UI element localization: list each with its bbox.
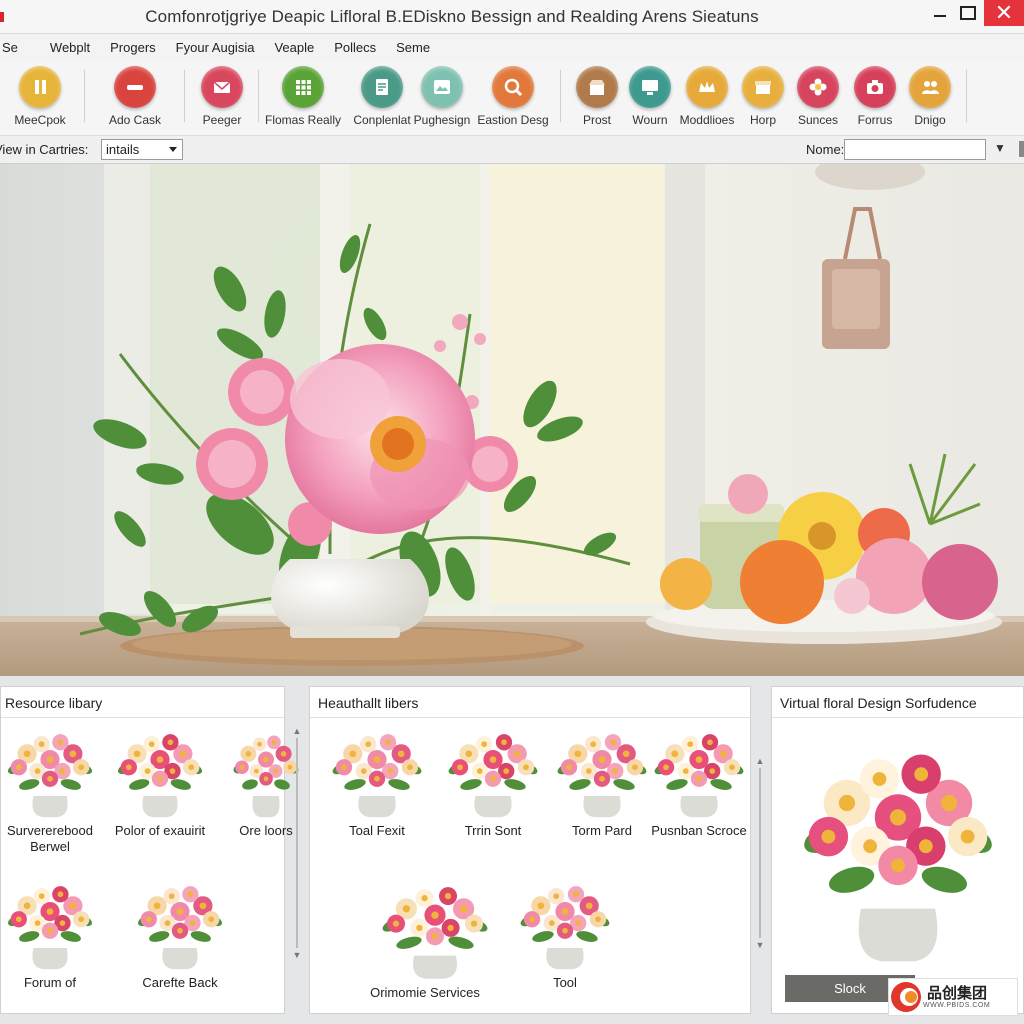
bouquet-thumbnail (211, 725, 321, 821)
watermark-logo: 品创集团 WWW.PBIDS.COM (888, 978, 1018, 1016)
crown-icon (686, 66, 728, 108)
bouquet-thumbnail (322, 725, 432, 821)
menu-item[interactable]: Veaple (264, 40, 324, 55)
panel-title: Heauthallt libers (318, 695, 419, 711)
mail-icon (201, 66, 243, 108)
close-button[interactable]: ✕ (984, 0, 1024, 26)
title-bar: Comfonrotjgriye Deapic Lifloral B.EDiskn… (0, 0, 1024, 34)
bottom-panels: Resource libary Survererebood Berwel Polo… (0, 676, 1024, 1024)
library-item[interactable]: Toal Fexit (322, 725, 432, 839)
chevron-down-icon[interactable]: ▼ (994, 141, 1006, 155)
menu-item[interactable]: Seme (386, 40, 440, 55)
menu-item[interactable]: Pollecs (324, 40, 386, 55)
image-icon (421, 66, 463, 108)
panel-title: Virtual floral Design Sorfudence (780, 695, 977, 711)
grid-icon (282, 66, 324, 108)
panel-title: Resource libary (5, 695, 103, 711)
bouquet-thumbnail (438, 725, 548, 821)
brand-logo-icon (891, 982, 921, 1012)
library-item[interactable]: Orimomie Services (370, 877, 488, 1001)
search-icon (492, 66, 534, 108)
toolbar-button[interactable]: Dnigo (890, 66, 970, 127)
view-label: View in Cartries: (0, 142, 89, 157)
design-preview-image[interactable] (782, 731, 1014, 976)
watermark-url: WWW.PBIDS.COM (923, 1001, 991, 1009)
resource-library-panel: Resource libary Survererebood Berwel Polo… (0, 686, 299, 1014)
toolbar-button[interactable]: Pughesign (402, 66, 482, 127)
monitor-icon (629, 66, 671, 108)
name-input[interactable] (844, 139, 986, 160)
bouquet-thumbnail (0, 877, 105, 973)
maximize-button[interactable] (948, 0, 988, 26)
toolbar-button-label: MeeCpok (14, 113, 66, 127)
toolbar-button[interactable]: Peeger (182, 66, 262, 127)
filter-bar: View in Cartries: intails Nome: ▼ (0, 136, 1024, 164)
toolbar-button-label: Eastion Desg (477, 113, 549, 127)
library-item[interactable]: Tool (510, 877, 620, 991)
library-item-label: Trrin Sont (464, 823, 522, 838)
toolbar-button[interactable]: Eastion Desg (473, 66, 553, 127)
flower-icon (797, 66, 839, 108)
toolbar-button-label: Pughesign (413, 113, 471, 127)
bouquet-thumbnail (125, 877, 235, 973)
library-item[interactable]: Forum of (0, 877, 105, 991)
toolbar: MeeCpok Ado Cask Peeger Flomas Really Conple… (0, 60, 1024, 136)
library-item-label: Toal Fexit (349, 823, 405, 838)
toolbar-button[interactable]: Ado Cask (95, 66, 175, 127)
library-item-label: Pusnban Scroce (651, 823, 747, 838)
bouquet-thumbnail (547, 725, 657, 821)
bouquet-thumbnail (370, 877, 488, 983)
toolbar-button-label: Dnigo (914, 113, 946, 127)
library-item-label: Torm Pard (572, 823, 632, 838)
record-icon (114, 66, 156, 108)
pause-icon (19, 66, 61, 108)
scroll-edge (1019, 141, 1024, 157)
library-item[interactable]: Trrin Sont (438, 725, 548, 839)
library-item-label: Ore loors (239, 823, 293, 838)
users-icon (909, 66, 951, 108)
bouquet-thumbnail (105, 725, 215, 821)
menu-bar: Se Webplt Progers Fyour Augisia Veaple P… (0, 34, 1024, 60)
library-item-label: Orimomie Services (370, 985, 480, 1000)
library-item[interactable]: Carefte Back (125, 877, 235, 991)
view-select[interactable]: intails (101, 139, 183, 160)
library-item-label: Carefte Back (142, 975, 218, 990)
toolbar-button[interactable]: MeeCpok (0, 66, 80, 127)
name-label: Nome: (806, 142, 845, 157)
toolbar-button-label: Peeger (202, 113, 242, 127)
library-item-label: Polor of exauirit (114, 823, 206, 838)
library-item-label: Survererebood Berwel (7, 823, 93, 854)
heauthallt-library-panel: Heauthallt libers Toal Fexit Trrin Sont To… (309, 686, 751, 1014)
library-item[interactable]: Survererebood Berwel (0, 725, 105, 855)
toolbar-button-label: Flomas Really (264, 113, 342, 127)
bouquet-thumbnail (510, 877, 620, 973)
library-item-label: Tool (553, 975, 577, 990)
document-icon (361, 66, 403, 108)
bouquet-thumbnail (0, 725, 105, 821)
watermark-text: 品创集团 (927, 984, 988, 1002)
menu-item[interactable]: Progers (100, 40, 166, 55)
library-item-label: Forum of (23, 975, 76, 990)
bouquet-thumbnail (644, 725, 754, 821)
window-title: Comfonrotjgriye Deapic Lifloral B.EDiskn… (145, 7, 759, 26)
scrollbar[interactable]: ▲ ▼ (755, 756, 765, 956)
toolbar-button[interactable]: Flomas Really (263, 66, 343, 127)
menu-item[interactable]: Webplt (40, 40, 100, 55)
library-item[interactable]: Torm Pard (547, 725, 657, 839)
menu-item[interactable]: Fyour Augisia (166, 40, 265, 55)
menu-item[interactable]: Se (0, 40, 40, 55)
library-item[interactable]: Ore loors (211, 725, 321, 839)
toolbar-button-label: Ado Cask (108, 113, 162, 127)
toolbar-separator (84, 70, 85, 122)
virtual-design-panel: Virtual floral Design Sorfudence (771, 686, 1024, 1014)
library-item[interactable]: Polor of exauirit (105, 725, 215, 839)
library-item[interactable]: Pusnban Scroce (644, 725, 754, 839)
hero-image (0, 164, 1024, 676)
scrollbar[interactable]: ▲ ▼ (292, 726, 302, 966)
